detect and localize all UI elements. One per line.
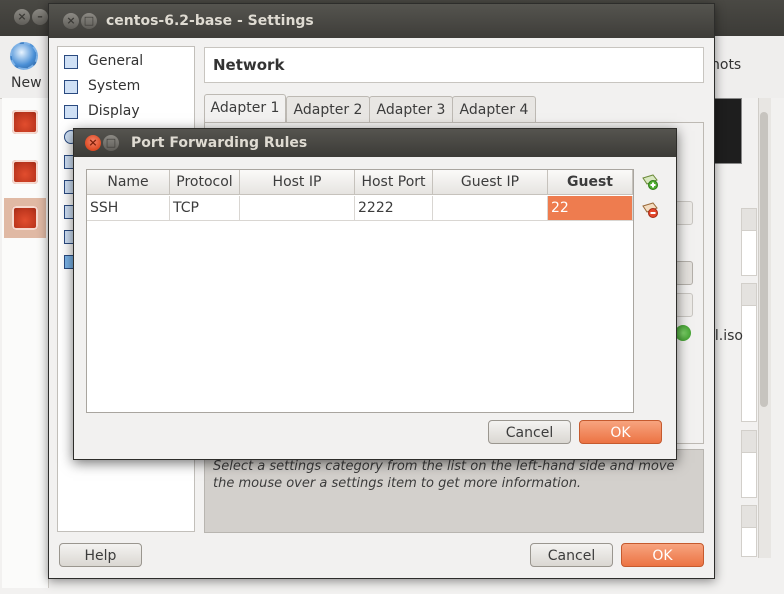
page-title: Network xyxy=(213,56,285,74)
cell-name[interactable]: SSH xyxy=(87,196,170,221)
cell-host-port[interactable]: 2222 xyxy=(355,196,433,221)
manager-close-icon[interactable]: × xyxy=(14,9,30,25)
column-header-protocol[interactable]: Protocol xyxy=(170,170,240,195)
cell-host-ip[interactable] xyxy=(240,196,355,221)
tab-adapter-2[interactable]: Adapter 2 xyxy=(286,96,370,123)
settings-maximize-icon[interactable]: □ xyxy=(81,13,97,29)
category-label: Display xyxy=(88,103,140,119)
dialog-close-icon[interactable]: × xyxy=(85,135,101,151)
settings-titlebar: × □ centos-6.2-base - Settings xyxy=(49,4,714,38)
column-header-host-ip[interactable]: Host IP xyxy=(240,170,355,195)
tab-adapter-3[interactable]: Adapter 3 xyxy=(369,96,453,123)
iso-file-label: ll.iso xyxy=(711,328,743,344)
dialog-cancel-button[interactable]: Cancel xyxy=(488,420,571,444)
ok-button-label: OK xyxy=(610,425,631,441)
remove-rule-icon[interactable] xyxy=(641,202,659,218)
new-vm-icon[interactable] xyxy=(10,42,38,70)
info-box: Select a settings category from the list… xyxy=(204,449,704,533)
vm-list-item-selected[interactable] xyxy=(4,198,46,238)
redhat-icon xyxy=(12,206,38,230)
details-section-header[interactable] xyxy=(741,283,757,307)
spinner-control[interactable] xyxy=(675,293,693,317)
details-section xyxy=(741,305,757,422)
cancel-button-label: Cancel xyxy=(547,548,596,564)
cancel-button-label: Cancel xyxy=(505,425,554,441)
category-label: System xyxy=(88,78,141,94)
category-general[interactable]: General xyxy=(62,51,190,75)
ok-button-label: OK xyxy=(652,548,673,564)
general-icon xyxy=(64,55,78,69)
port-forwarding-table: Name Protocol Host IP Host Port Guest IP… xyxy=(86,169,634,413)
port-forwarding-title: Port Forwarding Rules xyxy=(131,135,308,151)
cell-protocol[interactable]: TCP xyxy=(170,196,240,221)
page-header: Network xyxy=(204,47,704,83)
refresh-mac-icon[interactable] xyxy=(675,325,691,341)
details-section-header[interactable] xyxy=(741,208,757,232)
settings-close-icon[interactable]: × xyxy=(63,13,79,29)
details-scrollbar-thumb[interactable] xyxy=(760,112,768,407)
help-button[interactable]: Help xyxy=(59,543,142,567)
display-icon xyxy=(64,105,78,119)
redhat-icon xyxy=(12,110,38,134)
column-header-name[interactable]: Name xyxy=(87,170,170,195)
details-section-header[interactable] xyxy=(741,430,757,454)
settings-window-title: centos-6.2-base - Settings xyxy=(106,13,314,29)
vm-list-item[interactable] xyxy=(4,152,46,192)
dialog-maximize-icon[interactable]: □ xyxy=(103,135,119,151)
details-section xyxy=(741,527,757,557)
add-rule-icon[interactable] xyxy=(641,174,659,190)
vm-list-item[interactable] xyxy=(4,102,46,142)
details-section xyxy=(741,230,757,276)
port-forwarding-titlebar: × □ Port Forwarding Rules xyxy=(74,129,676,157)
cell-guest-ip[interactable] xyxy=(433,196,548,221)
column-header-guest-port[interactable]: Guest Port xyxy=(548,170,633,215)
help-button-label: Help xyxy=(84,548,117,564)
settings-ok-button[interactable]: OK xyxy=(621,543,704,567)
category-display[interactable]: Display xyxy=(62,101,190,125)
snapshots-tab-label[interactable]: hots xyxy=(711,57,741,73)
manager-minimize-icon[interactable]: – xyxy=(32,9,48,25)
details-section-header[interactable] xyxy=(741,505,757,529)
system-icon xyxy=(64,80,78,94)
details-section xyxy=(741,452,757,498)
spinner-control[interactable] xyxy=(675,201,693,225)
new-vm-label[interactable]: New xyxy=(11,75,42,91)
settings-cancel-button[interactable]: Cancel xyxy=(530,543,613,567)
category-label: General xyxy=(88,53,144,69)
column-header-host-port[interactable]: Host Port xyxy=(355,170,433,195)
tab-adapter-4[interactable]: Adapter 4 xyxy=(452,96,536,123)
dropdown-arrow[interactable] xyxy=(675,261,693,285)
info-text: Select a settings category from the list… xyxy=(213,459,675,491)
dialog-ok-button[interactable]: OK xyxy=(579,420,662,444)
redhat-icon xyxy=(12,160,38,184)
category-system[interactable]: System xyxy=(62,76,190,100)
preview-thumbnail xyxy=(714,98,742,164)
tab-adapter-1[interactable]: Adapter 1 xyxy=(204,94,286,123)
port-forwarding-dialog: × □ Port Forwarding Rules Name Protocol … xyxy=(73,128,677,460)
cell-guest-port-editing[interactable]: 22 xyxy=(548,196,633,221)
column-header-guest-ip[interactable]: Guest IP xyxy=(433,170,548,195)
